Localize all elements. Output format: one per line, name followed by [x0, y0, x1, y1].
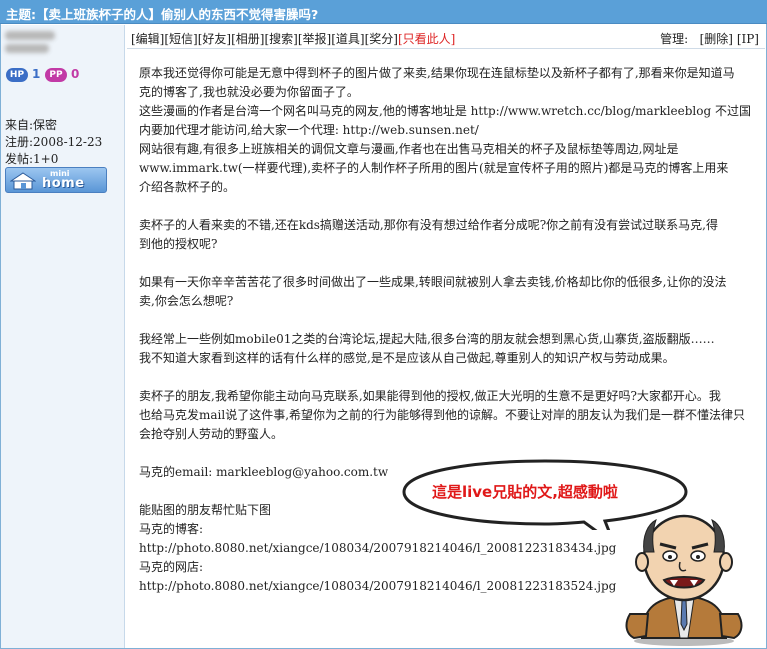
- text-line: 马克的博客:: [139, 522, 204, 536]
- text-line: 也给马克发mail说了这件事,希望你为之前的行为能够得到他的谅解。不要让对岸的朋…: [139, 408, 746, 422]
- pp-badge: PP: [45, 68, 67, 82]
- text-line: 卖杯子的朋友,我希望你能主动向马克联系,如果能得到他的授权,做正大光明的生意不是…: [139, 389, 721, 403]
- text-line: 原本我还觉得你可能是无意中得到杯子的图片做了来卖,结果你现在连鼠标垫以及新杯子都…: [139, 66, 735, 80]
- message-link[interactable]: [短信]: [164, 32, 197, 46]
- text-line: 能贴图的朋友帮忙贴下图: [139, 503, 272, 517]
- post-action-links: [编辑][短信][好友][相册][搜索][举报][道具][奖分][只看此人]: [131, 30, 455, 47]
- minihome-big-label: home: [42, 176, 85, 191]
- speech-bubble-text: 這是live兄貼的文,超感動啦: [432, 483, 618, 501]
- hp-badge: HP: [6, 68, 28, 82]
- post-paragraph-1: 原本我还觉得你可能是无意中得到杯子的图片做了来卖,结果你现在连鼠标垫以及新杯子都…: [139, 64, 751, 197]
- report-link[interactable]: [举报]: [298, 32, 331, 46]
- blurred-username: [5, 31, 55, 40]
- text-line: 到他的授权呢?: [139, 237, 218, 251]
- text-line: 卖,你会怎么想呢?: [139, 294, 234, 308]
- image-url-link[interactable]: http://photo.8080.net/xiangce/108034/200…: [139, 579, 616, 593]
- text-line: 我经常上一些例如mobile01之类的台湾论坛,提起大陆,很多台湾的朋友就会想到…: [139, 332, 715, 346]
- minihome-button[interactable]: mini home: [5, 167, 107, 193]
- friend-link[interactable]: [好友]: [198, 32, 231, 46]
- post-title-bar: 主题:【卖上班族杯子的人】偷别人的东西不觉得害臊吗?: [0, 0, 767, 24]
- text-line: www.immark.tw(一样要代理),卖杯子的人制作杯子所用的图片(就是宣传…: [139, 161, 729, 175]
- text-line: 这些漫画的作者是台湾一个网名叫马克的网友,他的博客地址是 http://www.…: [139, 104, 751, 118]
- post-title: 主题:【卖上班族杯子的人】偷别人的东西不觉得害臊吗?: [6, 7, 319, 22]
- post-paragraph-4: 我经常上一些例如mobile01之类的台湾论坛,提起大陆,很多台湾的朋友就会想到…: [139, 330, 751, 368]
- post-paragraph-5: 卖杯子的朋友,我希望你能主动向马克联系,如果能得到他的授权,做正大光明的生意不是…: [139, 387, 751, 444]
- text-line: 介绍各款杯子的。: [139, 180, 236, 194]
- text-line: 克的博客了,我也就没必要为你留面子了。: [139, 85, 359, 99]
- cartoon-man-sticker: [625, 514, 743, 646]
- hp-value: 1: [32, 67, 41, 81]
- user-sidebar: HP 1 PP 0 来自:保密 注册:2008-12-23 发帖:1+0 min…: [1, 25, 125, 648]
- user-location: 来自:保密: [5, 118, 58, 132]
- text-line: 内要加代理才能访问,给大家一个代理: http://web.sunsen.net…: [139, 123, 479, 137]
- items-link[interactable]: [道具]: [331, 32, 364, 46]
- pp-value: 0: [71, 67, 80, 81]
- admin-actions: 管理: [删除] [IP]: [660, 30, 759, 47]
- text-line: 卖杯子的人看来卖的不错,还在kds搞赠送活动,那你有没有想过给作者分成呢?你之前…: [139, 218, 718, 232]
- reward-link[interactable]: [奖分]: [365, 32, 398, 46]
- post-toolbar: [编辑][短信][好友][相册][搜索][举报][道具][奖分][只看此人] 管…: [127, 27, 765, 49]
- text-line: 网站很有趣,有很多上班族相关的调侃文章与漫画,作者也在出售马克相关的杯子及鼠标垫…: [139, 142, 679, 156]
- edit-link[interactable]: [编辑]: [131, 32, 164, 46]
- only-author-link[interactable]: [只看此人]: [398, 32, 455, 46]
- album-link[interactable]: [相册]: [231, 32, 264, 46]
- blurred-user-rank: [5, 44, 49, 53]
- text-line: 我不知道大家看到这样的话有什么样的感觉,是不是应该从自己做起,尊重别人的知识产权…: [139, 351, 675, 365]
- text-line: 会抢夺别人劳动的野蛮人。: [139, 427, 284, 441]
- user-post-count: 发帖:1+0: [5, 152, 59, 166]
- admin-label: 管理:: [660, 32, 689, 46]
- text-line: 马克的网店:: [139, 560, 204, 574]
- ip-link[interactable]: [IP]: [737, 32, 759, 46]
- post-paragraph-3: 如果有一天你辛辛苦苦花了很多时间做出了一些成果,转眼间就被别人拿去卖钱,价格却比…: [139, 273, 751, 311]
- delete-link[interactable]: [删除]: [700, 32, 733, 46]
- email-text: 马克的email: markleeblog@yahoo.com.tw: [139, 465, 389, 479]
- post-paragraph-2: 卖杯子的人看来卖的不错,还在kds搞赠送活动,那你有没有想过给作者分成呢?你之前…: [139, 216, 751, 254]
- text-line: 如果有一天你辛辛苦苦花了很多时间做出了一些成果,转眼间就被别人拿去卖钱,价格却比…: [139, 275, 727, 289]
- user-register-date: 注册:2008-12-23: [5, 135, 103, 149]
- search-link[interactable]: [搜索]: [265, 32, 298, 46]
- image-url-link[interactable]: http://photo.8080.net/xiangce/108034/200…: [139, 541, 616, 555]
- house-icon: [10, 172, 36, 190]
